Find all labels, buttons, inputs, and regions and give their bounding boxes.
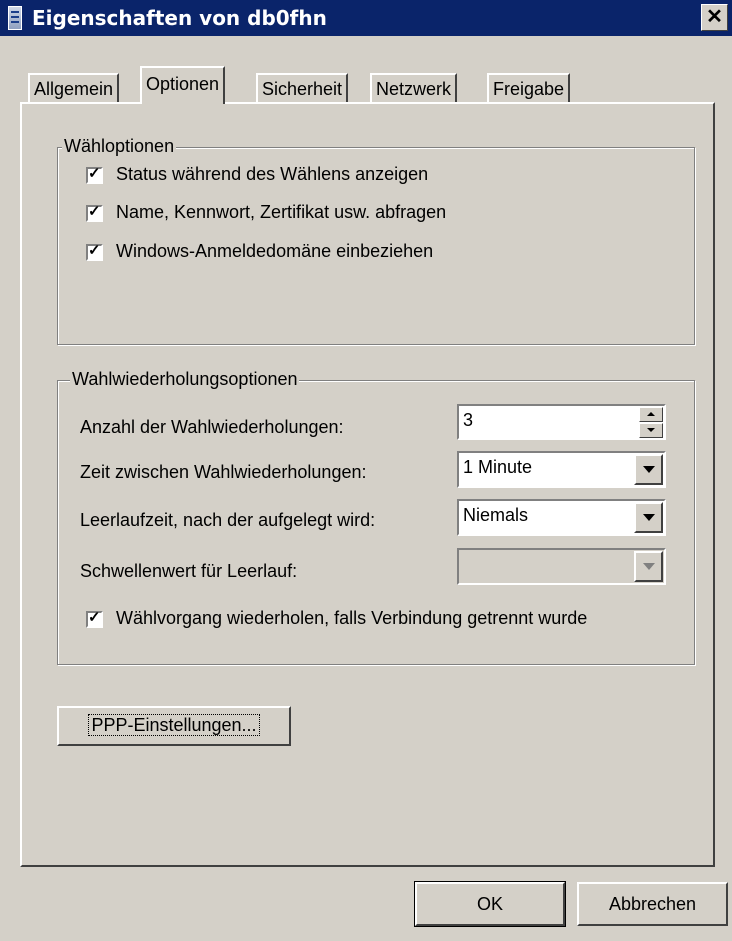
chevron-down-icon [634,551,663,582]
windows-domain-label[interactable]: Windows-Anmeldedomäne einbeziehen [116,241,433,262]
chevron-down-icon[interactable] [634,454,663,485]
title-bar[interactable]: Eigenschaften von db0fhn ✕ [0,0,732,36]
tab-allgemein[interactable]: Allgemein [28,73,120,103]
close-icon: ✕ [706,6,723,28]
windows-domain-checkbox[interactable] [86,242,103,261]
idle-hangup-label: Leerlaufzeit, nach der aufgelegt wird: [80,510,376,530]
tab-netzwerk[interactable]: Netzwerk [370,73,458,103]
window-title: Eigenschaften von db0fhn [32,6,327,30]
idle-threshold-select [457,548,666,585]
redial-options-legend: Wahlwiederholungsoptionen [70,369,300,390]
cancel-button[interactable]: Abbrechen [577,882,728,926]
redial-interval-label: Zeit zwischen Wahlwiederholungen: [80,462,367,482]
spin-up-icon[interactable] [639,407,663,422]
idle-threshold-label: Schwellenwert für Leerlauf: [80,561,298,581]
credentials-checkbox[interactable] [86,203,103,222]
idle-hangup-select[interactable]: Niemals [457,499,666,536]
redial-on-drop-checkbox[interactable] [86,609,103,628]
dial-options-legend: Wähloptionen [62,136,177,157]
redial-count-value: 3 [463,410,474,430]
ok-button[interactable]: OK [414,881,566,927]
spin-down-icon[interactable] [639,423,663,438]
idle-hangup-value: Niemals [463,505,529,525]
tab-freigabe[interactable]: Freigabe [487,73,571,103]
redial-count-spinner[interactable]: 3 [457,404,666,440]
network-connection-icon [8,6,22,30]
close-button[interactable]: ✕ [701,4,728,31]
tab-optionen[interactable]: Optionen [140,66,226,104]
status-label[interactable]: Status während des Wählens anzeigen [116,164,428,185]
redial-on-drop-label[interactable]: Wählvorgang wiederholen, falls Verbindun… [116,608,587,629]
ppp-settings-button[interactable]: PPP-Einstellungen... [57,706,291,746]
cancel-label: Abbrechen [608,894,697,914]
chevron-down-icon[interactable] [634,502,663,533]
ppp-settings-label: PPP-Einstellungen... [88,714,260,736]
ok-label: OK [476,894,503,914]
redial-interval-value: 1 Minute [463,457,533,477]
redial-count-label: Anzahl der Wahlwiederholungen: [80,417,344,437]
redial-interval-select[interactable]: 1 Minute [457,451,666,488]
tab-sicherheit[interactable]: Sicherheit [256,73,349,103]
credentials-label[interactable]: Name, Kennwort, Zertifikat usw. abfragen [116,202,446,223]
status-checkbox[interactable] [86,165,103,184]
